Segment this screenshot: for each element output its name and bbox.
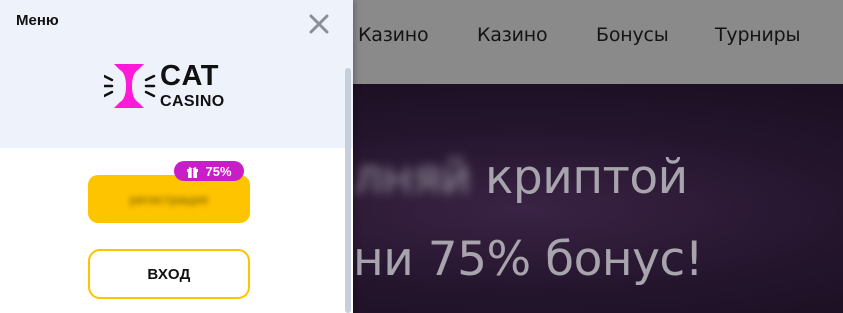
hero-title-line-2: ни 75% бонус!: [353, 232, 704, 287]
hero-title-line-1: лняй криптой: [353, 150, 688, 205]
cat-casino-logo[interactable]: CAT CASINO: [104, 58, 244, 114]
nav-item-tournaments[interactable]: Турниры: [715, 24, 801, 46]
bonus-badge-text: 75%: [205, 163, 232, 179]
logo-text-cat: CAT: [160, 60, 219, 92]
menu-drawer-header: Меню CAT CASINO: [0, 0, 353, 148]
register-button-label: регистрация: [129, 191, 209, 207]
menu-drawer: Меню CAT CASINO регистрация 75% ВХОД: [0, 0, 353, 313]
login-button-label: ВХОД: [147, 265, 191, 283]
register-button[interactable]: регистрация: [88, 175, 250, 223]
nav-item-bonuses[interactable]: Бонусы: [596, 24, 669, 46]
login-button[interactable]: ВХОД: [88, 249, 250, 299]
nav-item-live-casino[interactable]: Казино: [477, 24, 548, 46]
drawer-scrollbar[interactable]: [345, 68, 351, 313]
nav-item-casino[interactable]: Казино: [358, 24, 429, 46]
cat-logo-icon: [104, 64, 156, 108]
hero-title-text: криптой: [485, 150, 688, 205]
gift-icon: [187, 166, 199, 178]
hero-title-blurred-part: лняй: [353, 150, 471, 205]
menu-title: Меню: [16, 12, 59, 29]
logo-text-casino: CASINO: [160, 93, 225, 110]
close-button[interactable]: [306, 11, 332, 37]
close-icon: [309, 14, 329, 34]
bonus-badge: 75%: [174, 161, 244, 181]
